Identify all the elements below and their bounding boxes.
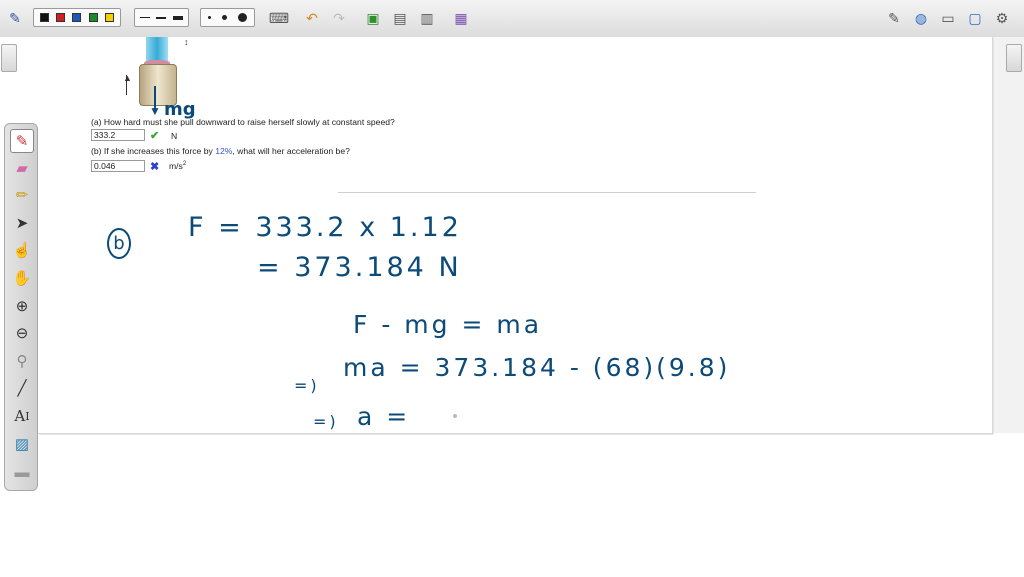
dot-size-group (200, 8, 255, 27)
line-width-medium[interactable] (156, 16, 167, 19)
dot-size-large[interactable] (237, 13, 247, 22)
add-page-icon[interactable]: ▣ (364, 9, 382, 27)
question-b-prefix: (b) If she increases this force by (91, 146, 216, 156)
hw-line-3: F - mg = ma (353, 310, 543, 339)
unit-a: N (171, 131, 178, 141)
redo-icon[interactable]: ↷ (330, 9, 348, 27)
color-yellow-swatch[interactable] (105, 13, 115, 22)
dot-size-medium[interactable] (221, 15, 227, 20)
answer-a-field[interactable]: 333.2 (91, 129, 145, 141)
page-icon[interactable]: ▤ (391, 9, 409, 27)
pen-icon[interactable]: ✎ (10, 129, 34, 153)
hw-line-5-prefix: =) (313, 412, 339, 431)
hw-line-5: a = (357, 402, 411, 431)
app-logo-icon[interactable]: ✎ (6, 9, 24, 27)
divider-icon[interactable]: ▬ (12, 462, 32, 482)
question-b-highlight: 12% (215, 146, 233, 156)
line-icon[interactable]: ╱ (12, 378, 32, 398)
hw-line-4-prefix: =) (294, 376, 320, 395)
hw-line-1: F = 333.2 x 1.12 (188, 212, 462, 243)
line-width-thin[interactable] (140, 17, 151, 18)
color-black-swatch[interactable] (39, 13, 49, 22)
settings-icon[interactable]: ⚙ (993, 9, 1011, 27)
pan-hand-icon[interactable]: ✋ (12, 268, 32, 288)
answer-b-field[interactable]: 0.046 (91, 160, 145, 172)
top-toolbar: ✎ ⌨ ↶ ↷ ▣ ▤ ▥ ▦ ✎ ◍ ▭ ▢ ⚙ (0, 0, 1024, 38)
up-arrow-head: ▲ (123, 73, 132, 83)
tool-palette: ✎ ▰ ✏ ➤ ☝ ✋ ⊕ ⊖ ⚲ ╱ AI ▨ ▬ (4, 123, 38, 491)
unit-b: m/s2 (169, 161, 186, 171)
small-arrow-mark: ↕ (184, 37, 189, 47)
question-b: (b) If she increases this force by 12%, … (91, 146, 350, 156)
separator-line (338, 192, 756, 193)
pen-cursor-dot (453, 414, 457, 418)
image-icon[interactable]: ▨ (12, 434, 32, 454)
color-blue-swatch[interactable] (72, 13, 82, 22)
zoom-out-icon[interactable]: ⊖ (12, 323, 32, 343)
marker-icon[interactable]: ✏ (12, 185, 32, 205)
correct-check-icon: ✔ (150, 130, 160, 142)
line-width-thick[interactable] (172, 15, 183, 20)
dot-size-small[interactable] (208, 16, 212, 19)
screenshot-icon[interactable]: ▦ (452, 9, 470, 27)
color-red-swatch[interactable] (56, 13, 66, 22)
unit-b-exponent: 2 (182, 161, 187, 168)
pointer-hand-icon[interactable]: ☝ (12, 240, 32, 260)
question-a: (a) How hard must she pull downward to r… (91, 117, 395, 127)
left-scroll-handle[interactable] (1, 44, 17, 72)
wrong-x-icon: ✖ (150, 161, 160, 173)
undo-icon[interactable]: ↶ (303, 9, 321, 27)
monitor-icon[interactable]: ▢ (966, 9, 984, 27)
question-b-suffix: , what will her acceleration be? (232, 146, 350, 156)
right-margin (993, 37, 1024, 433)
unit-b-base: m/s (169, 161, 183, 171)
text-icon[interactable]: AI (12, 406, 32, 426)
edit-icon[interactable]: ✎ (885, 9, 903, 27)
select-arrow-icon[interactable]: ➤ (12, 213, 32, 233)
eyedropper-icon[interactable]: ⚲ (12, 351, 32, 371)
color-green-swatch[interactable] (88, 13, 98, 22)
hw-line-4: ma = 373.184 - (68)(9.8) (343, 353, 731, 382)
keyboard-icon[interactable]: ⌨ (269, 9, 289, 27)
text-tool-label: A (14, 407, 26, 425)
line-width-group (134, 8, 189, 27)
hw-line-2: = 373.184 N (257, 252, 462, 283)
right-scroll-handle[interactable] (1006, 44, 1022, 72)
mg-arrow-head: ▼ (149, 104, 161, 118)
globe-icon[interactable]: ◍ (912, 9, 930, 27)
text-tool-cursor: I (25, 409, 30, 423)
folder-icon[interactable]: ▭ (939, 9, 957, 27)
highlighter-icon[interactable]: ▰ (12, 158, 32, 178)
page-copy-icon[interactable]: ▥ (418, 9, 436, 27)
color-palette (33, 8, 121, 27)
part-b-circle: b (107, 228, 131, 259)
zoom-in-icon[interactable]: ⊕ (12, 296, 32, 316)
